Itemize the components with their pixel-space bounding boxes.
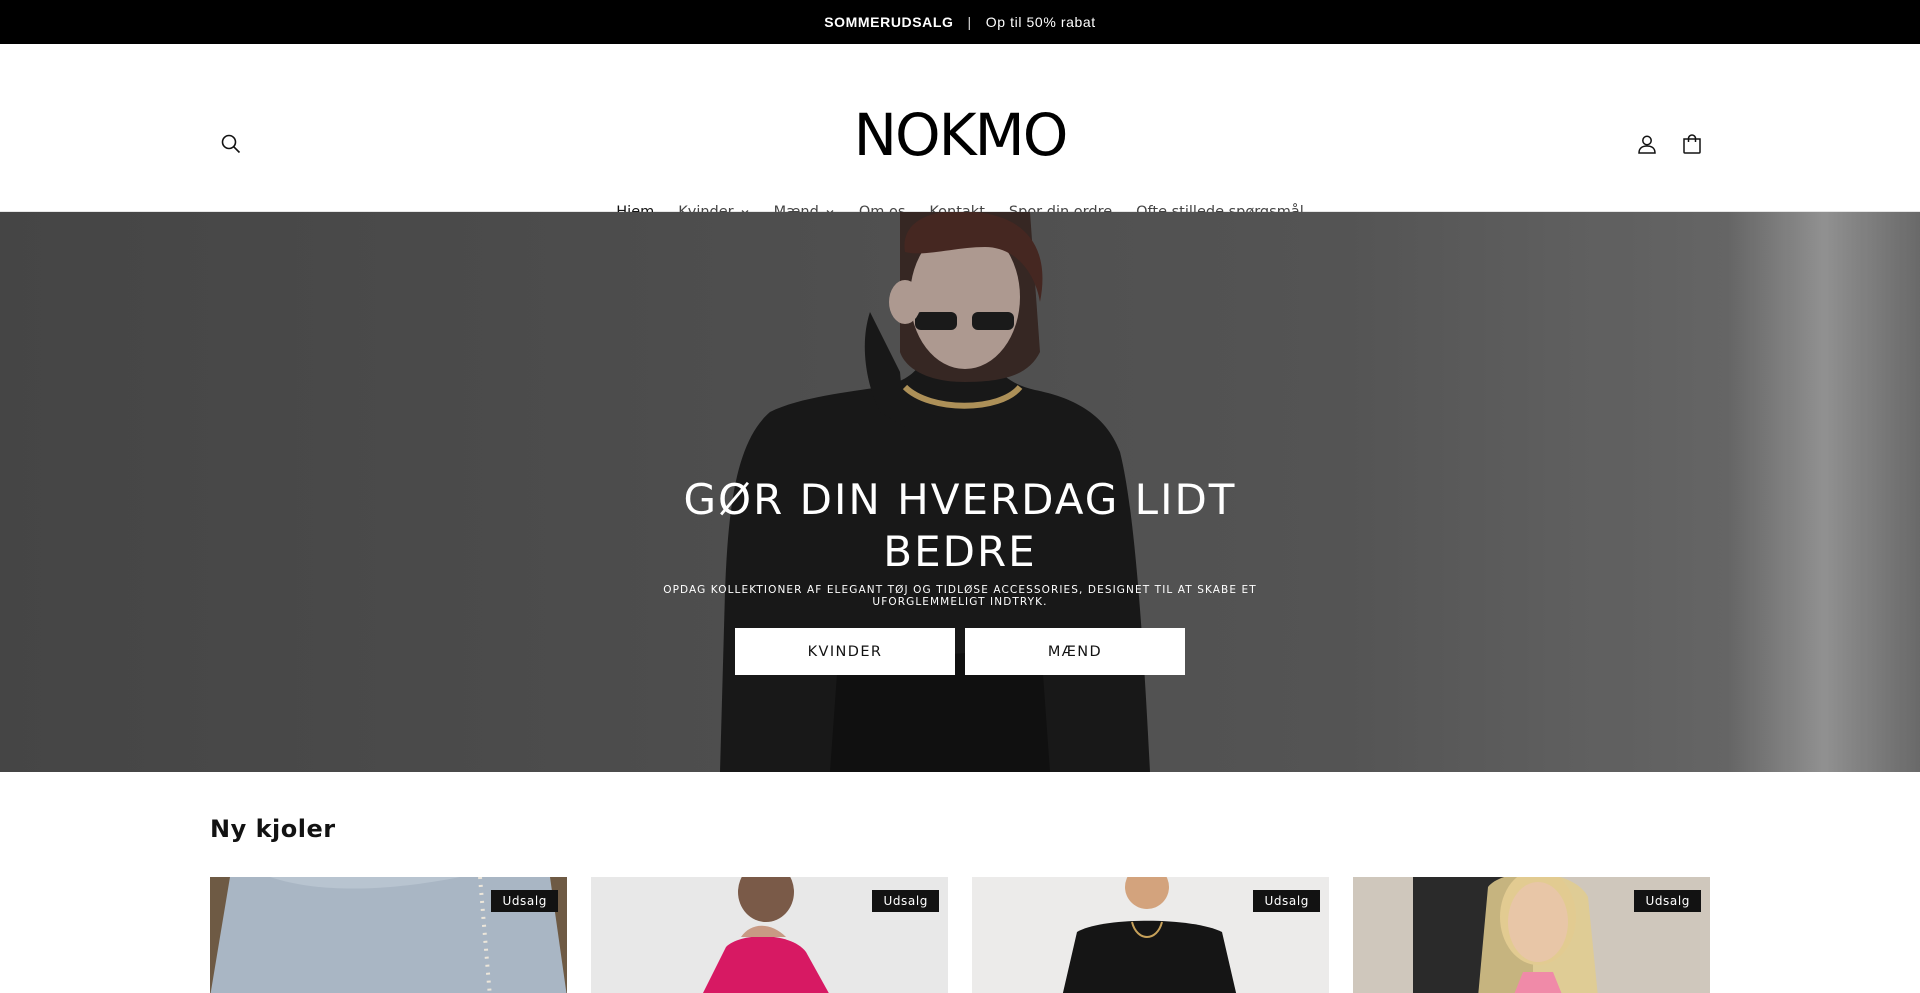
hero-title-line-1: GØR DIN HVERDAG LIDT — [683, 475, 1237, 524]
hero-subtitle: OPDAG KOLLEKTIONER AF ELEGANT TØJ OG TID… — [663, 584, 1257, 608]
account-button[interactable] — [1629, 126, 1665, 162]
product-card[interactable]: Udsalg — [972, 877, 1329, 993]
hero-buttons: KVINDER MÆND — [0, 628, 1920, 675]
announcement-bar: SOMMERUDSALG | Op til 50% rabat — [0, 0, 1920, 44]
cart-button[interactable] — [1674, 126, 1710, 162]
product-card[interactable]: Udsalg — [210, 877, 567, 993]
announcement-separator: | — [967, 14, 972, 30]
sale-badge: Udsalg — [491, 890, 558, 912]
shop-men-button[interactable]: MÆND — [965, 628, 1185, 675]
sale-badge: Udsalg — [1634, 890, 1701, 912]
shop-women-button[interactable]: KVINDER — [735, 628, 955, 675]
hero-content: GØR DIN HVERDAG LIDT BEDRE OPDAG KOLLEKT… — [0, 474, 1920, 675]
announcement-highlight: SOMMERUDSALG — [824, 14, 954, 30]
hero-title-line-2: BEDRE — [883, 527, 1037, 576]
product-card[interactable]: Udsalg — [1353, 877, 1710, 993]
product-card[interactable]: Udsalg — [591, 877, 948, 993]
user-icon — [1638, 135, 1656, 154]
sale-badge: Udsalg — [872, 890, 939, 912]
hero-title: GØR DIN HVERDAG LIDT BEDRE — [0, 474, 1920, 578]
product-grid: Udsalg Udsalg Udsalg Udsalg — [210, 877, 1710, 993]
hero-banner: GØR DIN HVERDAG LIDT BEDRE OPDAG KOLLEKT… — [0, 212, 1920, 772]
sale-badge: Udsalg — [1253, 890, 1320, 912]
section-title: Ny kjoler — [210, 815, 336, 843]
site-header: NOKMO Hjem Kvinder Mænd Om os Kontakt Sp… — [0, 44, 1920, 220]
cart-icon — [1683, 134, 1701, 154]
announcement-text: Op til 50% rabat — [985, 14, 1096, 30]
